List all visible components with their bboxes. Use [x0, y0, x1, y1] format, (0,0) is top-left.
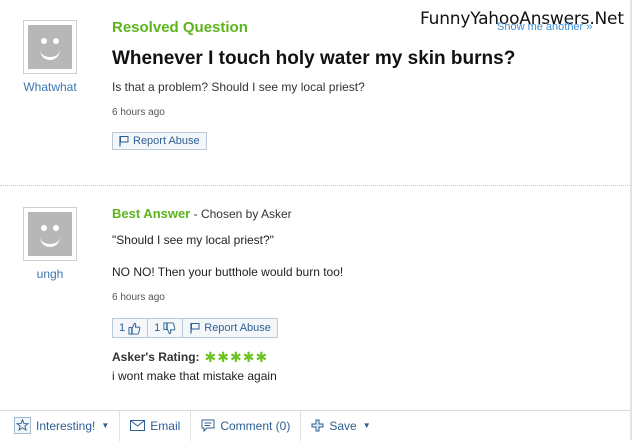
answer-report-abuse-button[interactable]: Report Abuse: [183, 318, 278, 338]
answer-timestamp: 6 hours ago: [112, 292, 165, 303]
report-abuse-label: Report Abuse: [204, 322, 271, 334]
chosen-by-text: - Chosen by Asker: [190, 207, 292, 221]
default-avatar-icon: [28, 212, 72, 256]
interesting-label: Interesting!: [36, 418, 96, 433]
best-answer-heading: Best Answer - Chosen by Asker: [112, 206, 292, 221]
thumbs-down-count: 1: [154, 322, 161, 334]
answer-quote: "Should I see my local priest?": [112, 233, 274, 247]
flag-icon: [119, 136, 129, 147]
envelope-icon: [130, 420, 146, 431]
email-button[interactable]: Email: [120, 410, 192, 441]
rating-star-icon: ✱: [242, 349, 255, 365]
comment-icon: [201, 419, 215, 432]
question-body: Is that a problem? Should I see my local…: [112, 80, 365, 94]
interesting-button[interactable]: Interesting! ▼: [0, 410, 121, 441]
rating-star-icon: ✱: [217, 349, 230, 365]
question-title: Whenever I touch holy water my skin burn…: [112, 48, 516, 69]
report-abuse-label: Report Abuse: [133, 135, 200, 147]
answerer-username[interactable]: ungh: [10, 267, 90, 281]
section-divider: [0, 185, 630, 186]
vote-buttons: 1 1 Report Abuse: [112, 318, 278, 338]
thumbs-up-count: 1: [119, 322, 126, 334]
save-button[interactable]: Save ▼: [301, 411, 380, 441]
comment-label: Comment (0): [220, 418, 291, 433]
question-report-abuse-button[interactable]: Report Abuse: [112, 132, 207, 150]
thumbs-down-icon: [163, 321, 176, 334]
thumbs-up-button[interactable]: 1: [112, 318, 149, 338]
answer-text: NO NO! Then your butthole would burn too…: [112, 265, 344, 279]
rating-star-icon: ✱: [230, 349, 242, 365]
question-timestamp: 6 hours ago: [112, 107, 165, 118]
asker-avatar[interactable]: [23, 20, 77, 74]
thumbs-up-icon: [128, 322, 141, 335]
rating-star-icon: ✱: [204, 349, 217, 365]
best-answer-label: Best Answer: [112, 206, 191, 221]
chevron-down-icon: ▼: [101, 421, 110, 430]
rating-star-icon: ✱: [255, 349, 268, 365]
asker-rating: Asker's Rating: ✱ ✱ ✱ ✱ ✱: [112, 350, 267, 364]
chevron-down-icon: ▼: [362, 421, 371, 430]
default-avatar-icon: [28, 25, 72, 69]
asker-rating-label: Asker's Rating:: [112, 350, 200, 364]
asker-username[interactable]: Whatwhat: [10, 80, 90, 94]
answerer-avatar[interactable]: [23, 207, 77, 261]
star-icon: [14, 417, 31, 434]
comment-button[interactable]: Comment (0): [191, 410, 302, 441]
show-another-link[interactable]: Show me another »: [497, 21, 592, 33]
bottom-toolbar: Interesting! ▼ Email Comment (0) Save ▼: [0, 410, 630, 441]
thumbs-down-button[interactable]: 1: [148, 318, 184, 338]
resolved-question-label: Resolved Question: [112, 19, 248, 36]
plus-icon: [311, 419, 324, 432]
save-label: Save: [329, 418, 357, 433]
rating-stars: ✱ ✱ ✱ ✱ ✱: [205, 350, 268, 364]
asker-rating-comment: i wont make that mistake again: [112, 369, 277, 383]
email-label: Email: [150, 418, 181, 433]
flag-icon: [190, 323, 200, 334]
